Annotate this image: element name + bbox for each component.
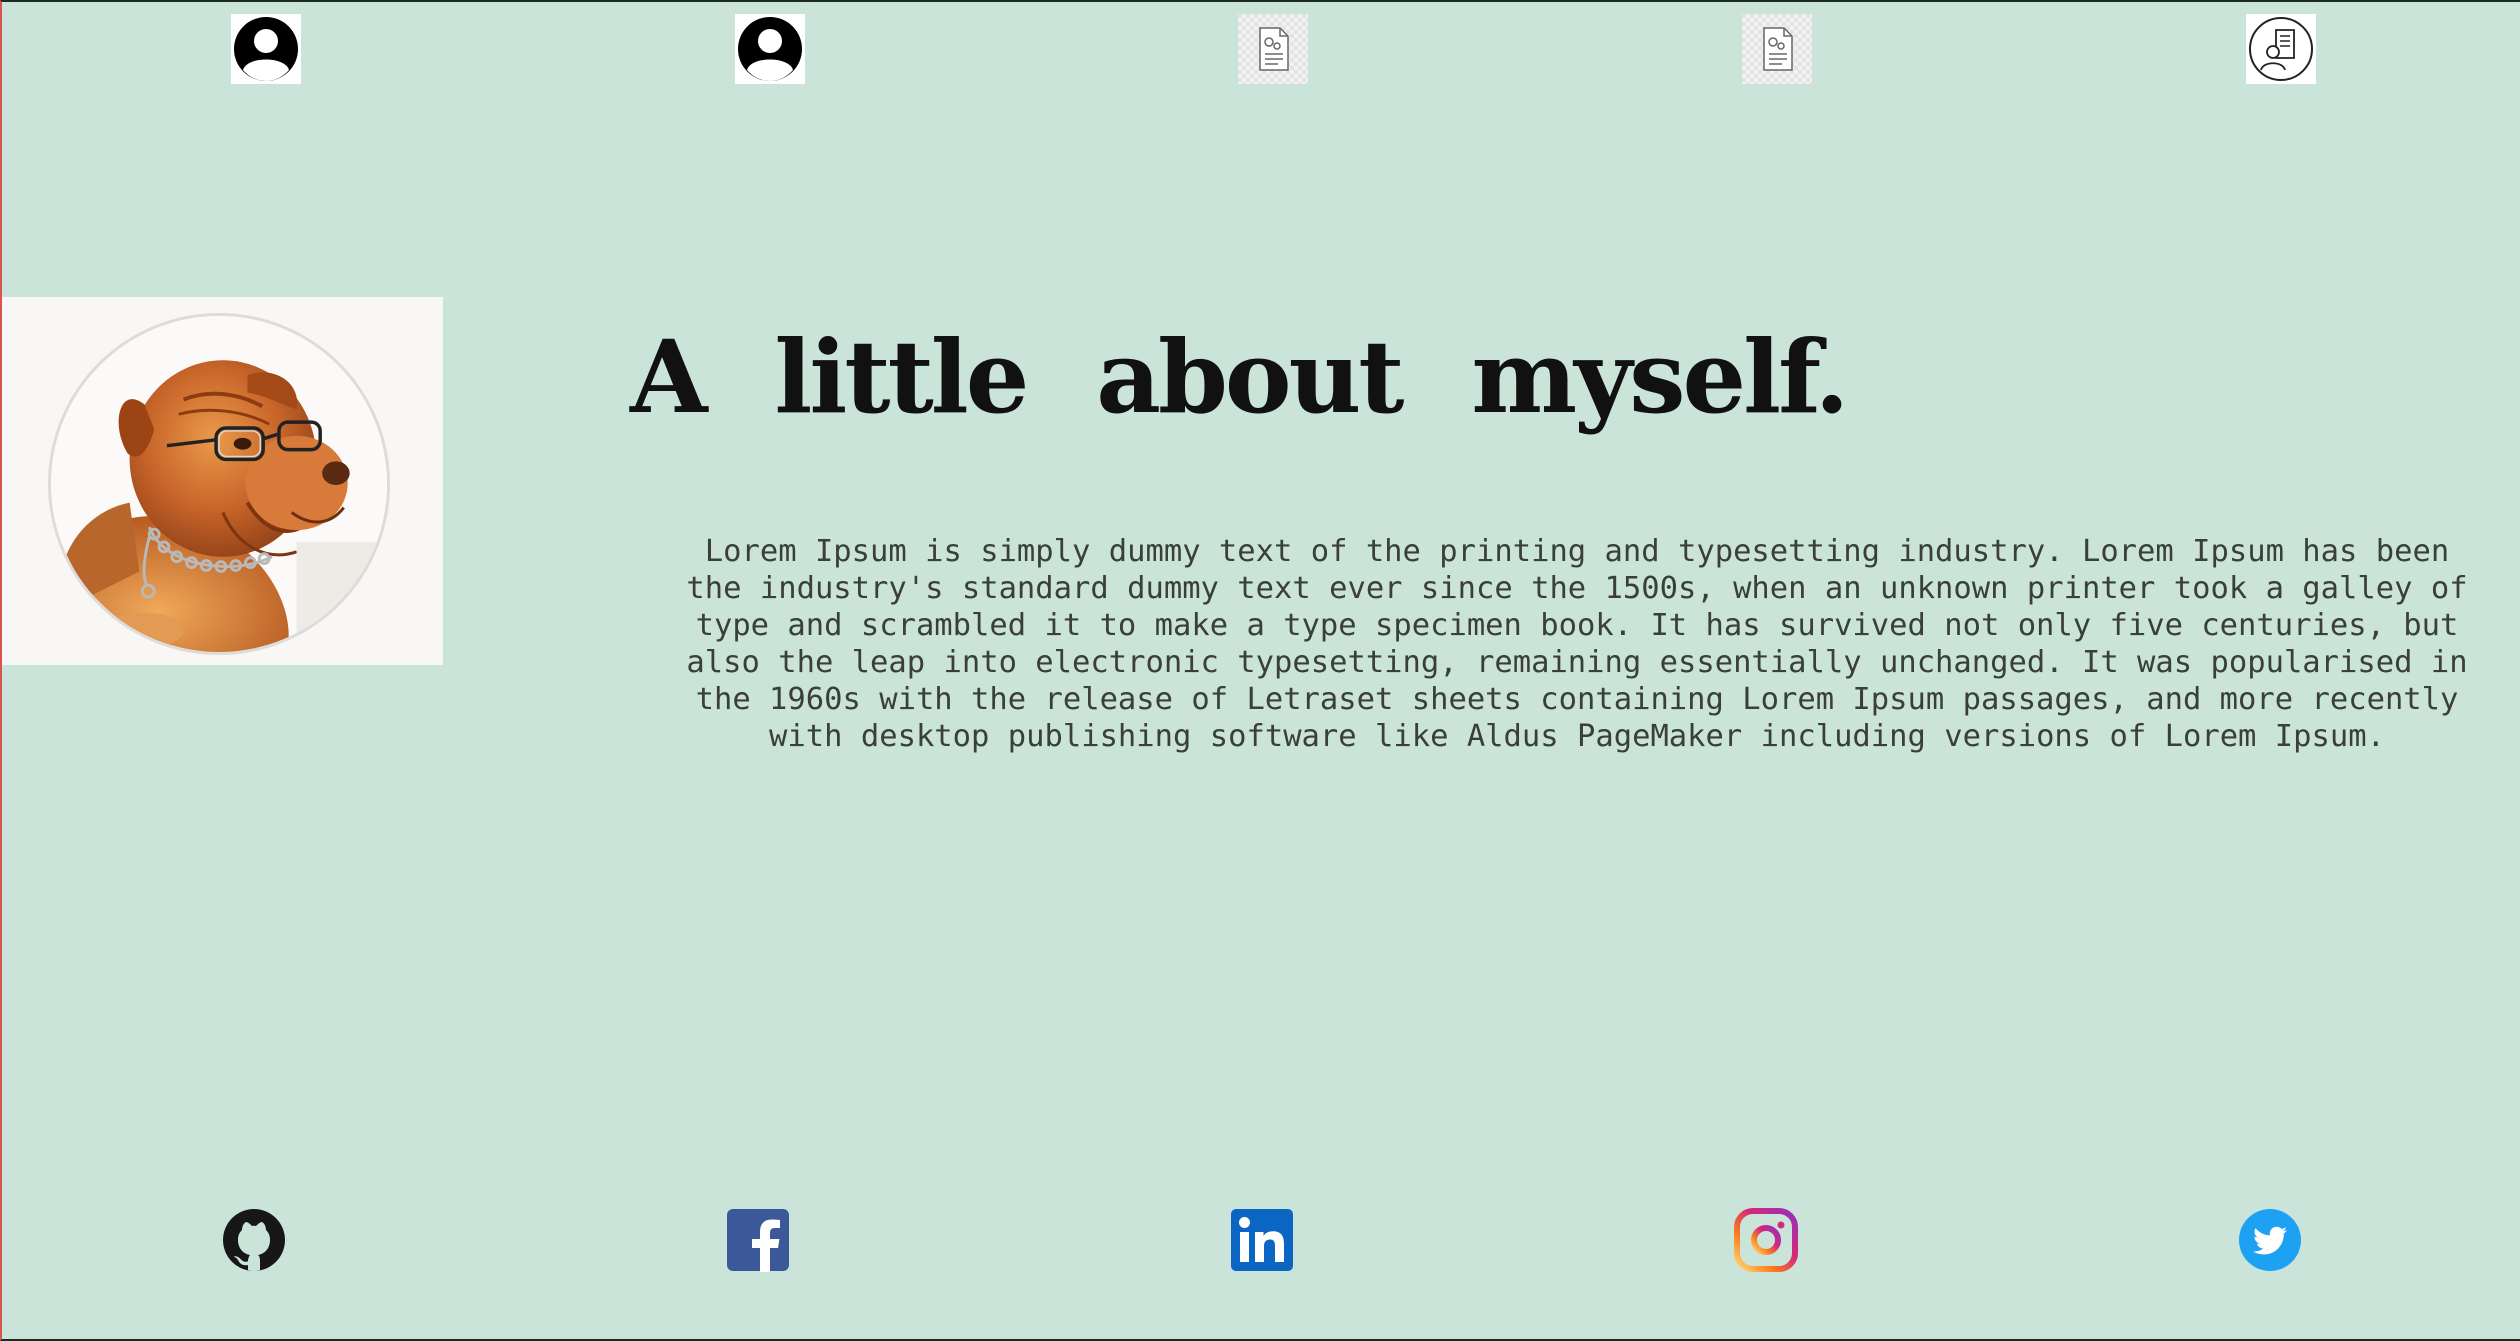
nav-profile-link-1[interactable]: [231, 14, 301, 84]
nav-document-link-2[interactable]: [1742, 14, 1812, 84]
linkedin-link[interactable]: [1230, 1208, 1294, 1272]
github-icon: [223, 1209, 285, 1271]
resume-contact-icon: [2246, 14, 2316, 84]
document-settings-icon: [1238, 14, 1308, 84]
top-nav: [2, 14, 2520, 86]
twitter-icon: [2239, 1209, 2301, 1271]
facebook-link[interactable]: [726, 1208, 790, 1272]
nav-profile-link-2[interactable]: [735, 14, 805, 84]
page-title: A little about myself.: [630, 318, 1849, 436]
twitter-link[interactable]: [2238, 1208, 2302, 1272]
nav-document-link-1[interactable]: [1238, 14, 1308, 84]
user-avatar-icon: [231, 14, 301, 84]
linkedin-icon: [1231, 1209, 1293, 1271]
document-settings-icon: [1742, 14, 1812, 84]
instagram-icon: [1734, 1208, 1798, 1272]
profile-photo: [48, 313, 390, 655]
about-paragraph: Lorem Ipsum is simply dummy text of the …: [686, 534, 2468, 754]
dog-with-glasses-illustration: [51, 316, 387, 652]
github-link[interactable]: [222, 1208, 286, 1272]
profile-card: [2, 297, 443, 665]
user-avatar-icon: [735, 14, 805, 84]
instagram-link[interactable]: [1734, 1208, 1798, 1272]
facebook-icon: [727, 1209, 789, 1272]
nav-resume-link[interactable]: [2246, 14, 2316, 84]
social-bar: [2, 1208, 2520, 1272]
